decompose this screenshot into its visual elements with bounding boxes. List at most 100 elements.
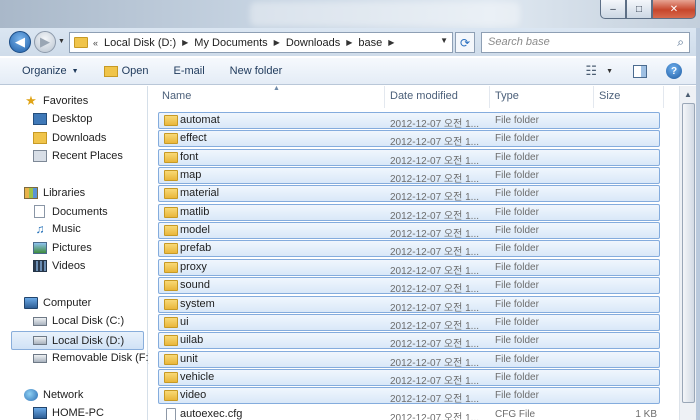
- change-view-icon[interactable]: ☷: [585, 63, 597, 79]
- folder-row[interactable]: model 2012-12-07 오전 1... File folder: [149, 221, 679, 240]
- sidebar-item-computer[interactable]: Computer: [24, 297, 91, 309]
- folder-row[interactable]: effect 2012-12-07 오전 1... File folder: [149, 129, 679, 148]
- row-date-modified: 2012-12-07 오전 1...: [390, 119, 480, 130]
- sidebar-item-favorites[interactable]: ★ Favorites: [24, 94, 88, 107]
- breadcrumb-separator-icon[interactable]: ▶: [346, 38, 352, 47]
- sidebar-item-music[interactable]: ♫ Music: [33, 223, 81, 235]
- sidebar-item-label: Recent Places: [52, 150, 123, 162]
- folder-row[interactable]: ui 2012-12-07 오전 1... File folder: [149, 313, 679, 332]
- overflow-chevron-icon[interactable]: «: [93, 38, 98, 48]
- folder-row[interactable]: map 2012-12-07 오전 1... File folder: [149, 166, 679, 185]
- row-type: File folder: [495, 133, 539, 144]
- sidebar-item-local-disk-d[interactable]: Local Disk (D:): [11, 331, 144, 350]
- folder-row[interactable]: vehicle 2012-12-07 오전 1... File folder: [149, 368, 679, 387]
- sidebar-item-pictures[interactable]: Pictures: [33, 242, 92, 254]
- file-row[interactable]: autoexec.cfg 2012-12-07 오전 1... CFG File 1 …: [149, 405, 679, 420]
- column-header-size[interactable]: Size: [593, 86, 663, 108]
- sidebar-item-downloads[interactable]: Downloads: [33, 132, 106, 144]
- search-placeholder: Search base: [488, 36, 550, 48]
- address-dropdown-icon[interactable]: ▼: [440, 36, 448, 45]
- view-options-dropdown-icon[interactable]: ▼: [606, 68, 613, 75]
- minimize-icon: ‒: [610, 3, 616, 15]
- vertical-scrollbar[interactable]: ▲: [679, 86, 696, 420]
- sidebar-item-home-pc[interactable]: HOME-PC: [33, 407, 104, 419]
- folder-row[interactable]: prefab 2012-12-07 오전 1... File folder: [149, 239, 679, 258]
- sidebar-item-desktop[interactable]: Desktop: [33, 113, 92, 125]
- folder-icon: [164, 243, 178, 254]
- email-button[interactable]: E-mail: [174, 65, 205, 77]
- breadcrumb-my-documents[interactable]: My Documents: [194, 37, 267, 49]
- sort-ascending-icon: ▲: [273, 85, 280, 92]
- column-header-label: Type: [495, 90, 519, 102]
- row-type: File folder: [495, 299, 539, 310]
- title-blur: [250, 2, 520, 26]
- sidebar-item-removable-disk-f[interactable]: Removable Disk (F:): [33, 352, 152, 364]
- scrollbar-thumb[interactable]: [682, 103, 695, 403]
- forward-button[interactable]: ▶: [34, 31, 56, 53]
- chevron-down-icon: ▼: [71, 67, 79, 75]
- folder-row[interactable]: video 2012-12-07 오전 1... File folder: [149, 386, 679, 405]
- folder-icon: [164, 115, 178, 126]
- row-type: File folder: [495, 225, 539, 236]
- row-type: File folder: [495, 390, 539, 401]
- column-header-name[interactable]: Name ▲: [156, 85, 385, 108]
- search-input[interactable]: Search base ⌕: [481, 32, 690, 53]
- column-header-type[interactable]: Type: [489, 86, 593, 108]
- libraries-icon: [24, 187, 38, 199]
- folder-row[interactable]: material 2012-12-07 오전 1... File folder: [149, 184, 679, 203]
- folder-row[interactable]: uilab 2012-12-07 오전 1... File folder: [149, 331, 679, 350]
- folder-row[interactable]: matlib 2012-12-07 오전 1... File folder: [149, 203, 679, 222]
- breadcrumb-base[interactable]: base: [358, 37, 382, 49]
- breadcrumb-separator-icon[interactable]: ▶: [388, 38, 394, 47]
- folder-row[interactable]: sound 2012-12-07 오전 1... File folder: [149, 276, 679, 295]
- sidebar-item-label: Pictures: [52, 242, 92, 254]
- address-bar[interactable]: « Local Disk (D:) ▶ My Documents ▶ Downl…: [69, 32, 453, 53]
- folder-icon: [164, 317, 178, 328]
- close-button[interactable]: ✕: [652, 0, 696, 19]
- preview-pane-icon[interactable]: [633, 64, 647, 78]
- row-type: File folder: [495, 354, 539, 365]
- sidebar-item-label: Music: [52, 223, 81, 235]
- breadcrumb-separator-icon[interactable]: ▶: [182, 38, 188, 47]
- back-button[interactable]: ◀: [9, 31, 31, 53]
- sidebar-item-recent-places[interactable]: Recent Places: [33, 150, 123, 162]
- minimize-button[interactable]: ‒: [600, 0, 626, 19]
- close-icon: ✕: [669, 3, 679, 15]
- sidebar-item-local-disk-c[interactable]: Local Disk (C:): [33, 315, 124, 327]
- column-header-label: Size: [599, 90, 621, 102]
- breadcrumb-downloads[interactable]: Downloads: [286, 37, 340, 49]
- folder-row[interactable]: font 2012-12-07 오전 1... File folder: [149, 148, 679, 167]
- column-header-date-modified[interactable]: Date modified: [384, 86, 489, 108]
- folder-icon: [74, 37, 88, 48]
- sidebar-item-videos[interactable]: Videos: [33, 260, 85, 272]
- row-type: File folder: [495, 262, 539, 273]
- maximize-button[interactable]: □: [626, 0, 652, 19]
- sidebar-item-libraries[interactable]: Libraries: [24, 187, 85, 199]
- recent-pages-dropdown-icon[interactable]: ▼: [58, 38, 65, 45]
- sidebar-item-network[interactable]: Network: [24, 389, 83, 401]
- row-type: File folder: [495, 280, 539, 291]
- folder-row[interactable]: unit 2012-12-07 오전 1... File folder: [149, 350, 679, 369]
- column-divider[interactable]: [663, 86, 664, 108]
- row-date-modified: 2012-12-07 오전 1...: [390, 211, 480, 222]
- help-icon[interactable]: ?: [666, 63, 682, 79]
- breadcrumb-local-disk-d[interactable]: Local Disk (D:): [104, 37, 176, 49]
- row-date-modified: 2012-12-07 오전 1...: [390, 358, 480, 369]
- new-folder-button[interactable]: New folder: [230, 65, 283, 77]
- scroll-up-icon: ▲: [684, 89, 692, 99]
- sidebar-item-label: Local Disk (C:): [52, 315, 125, 327]
- sidebar-item-documents[interactable]: Documents: [33, 205, 108, 218]
- folder-row[interactable]: system 2012-12-07 오전 1... File folder: [149, 295, 679, 314]
- open-button[interactable]: Open: [103, 65, 149, 77]
- folder-row[interactable]: automat 2012-12-07 오전 1... File folder: [149, 111, 679, 130]
- downloads-folder-icon: [33, 132, 47, 144]
- row-name: uilab: [180, 334, 204, 346]
- folder-row[interactable]: proxy 2012-12-07 오전 1... File folder: [149, 258, 679, 277]
- refresh-button[interactable]: ⟳: [455, 32, 475, 53]
- folder-icon: [164, 354, 178, 365]
- search-icon[interactable]: ⌕: [677, 35, 684, 50]
- scroll-up-button[interactable]: ▲: [680, 86, 696, 102]
- organize-button[interactable]: Organize ▼: [22, 65, 79, 77]
- breadcrumb-separator-icon[interactable]: ▶: [274, 38, 280, 47]
- row-date-modified: 2012-12-07 오전 1...: [390, 247, 480, 258]
